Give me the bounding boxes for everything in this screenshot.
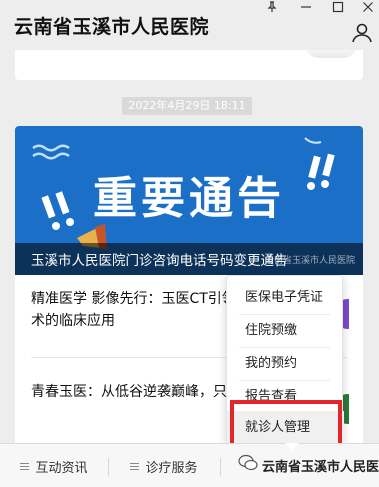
close-icon[interactable] bbox=[358, 0, 378, 14]
banner-watermark: 云南省玉溪市人民医院 bbox=[264, 256, 355, 266]
article-banner[interactable]: 重要通告 玉溪市人民医院门诊咨询电话号码变更通告 云南省玉溪市人民医院 bbox=[15, 126, 363, 275]
menu-item-patient-management[interactable]: 就诊人管理 bbox=[227, 411, 344, 445]
nav-interactive-news[interactable]: 互动资讯 bbox=[0, 444, 108, 487]
minimize-icon[interactable] bbox=[296, 0, 316, 14]
banner-heading: 重要通告 bbox=[93, 173, 285, 224]
maximize-icon[interactable] bbox=[328, 0, 348, 14]
source-watermark: 云南省玉溪市人民医院 bbox=[262, 460, 379, 475]
window-title: 云南省玉溪市人民医院 bbox=[14, 16, 210, 38]
popup-arrow bbox=[285, 443, 299, 450]
service-popup-menu: 医保电子凭证 住院预缴 我的预约 报告查看 就诊人管理 bbox=[226, 275, 344, 445]
nav-label: 互动资讯 bbox=[35, 460, 88, 476]
message-timestamp: 2022年4月29日 18:11 bbox=[122, 97, 252, 115]
headline-bar: 玉溪市人民医院门诊咨询电话号码变更通告 云南省玉溪市人民医院 bbox=[15, 243, 363, 275]
menu-item-my-appointments[interactable]: 我的预约 bbox=[227, 347, 344, 381]
menu-lines-icon bbox=[20, 462, 30, 471]
article-headline[interactable]: 玉溪市人民医院门诊咨询电话号码变更通告 bbox=[31, 249, 288, 269]
menu-item-view-reports[interactable]: 报告查看 bbox=[227, 380, 344, 414]
menu-item-medical-insurance-voucher[interactable]: 医保电子凭证 bbox=[227, 281, 344, 315]
nav-label: 诊疗服务 bbox=[145, 460, 198, 476]
profile-icon[interactable] bbox=[351, 22, 373, 44]
title-bar: 云南省玉溪市人民医院 bbox=[0, 0, 379, 50]
pin-icon[interactable] bbox=[262, 0, 282, 14]
menu-item-inpatient-prepay[interactable]: 住院预缴 bbox=[227, 314, 344, 348]
previous-card-thumbnail bbox=[305, 50, 357, 58]
wechat-icon bbox=[238, 454, 258, 476]
nav-medical-services[interactable]: 诊疗服务 bbox=[108, 444, 220, 487]
previous-card[interactable] bbox=[15, 50, 363, 80]
menu-lines-icon bbox=[130, 462, 140, 471]
